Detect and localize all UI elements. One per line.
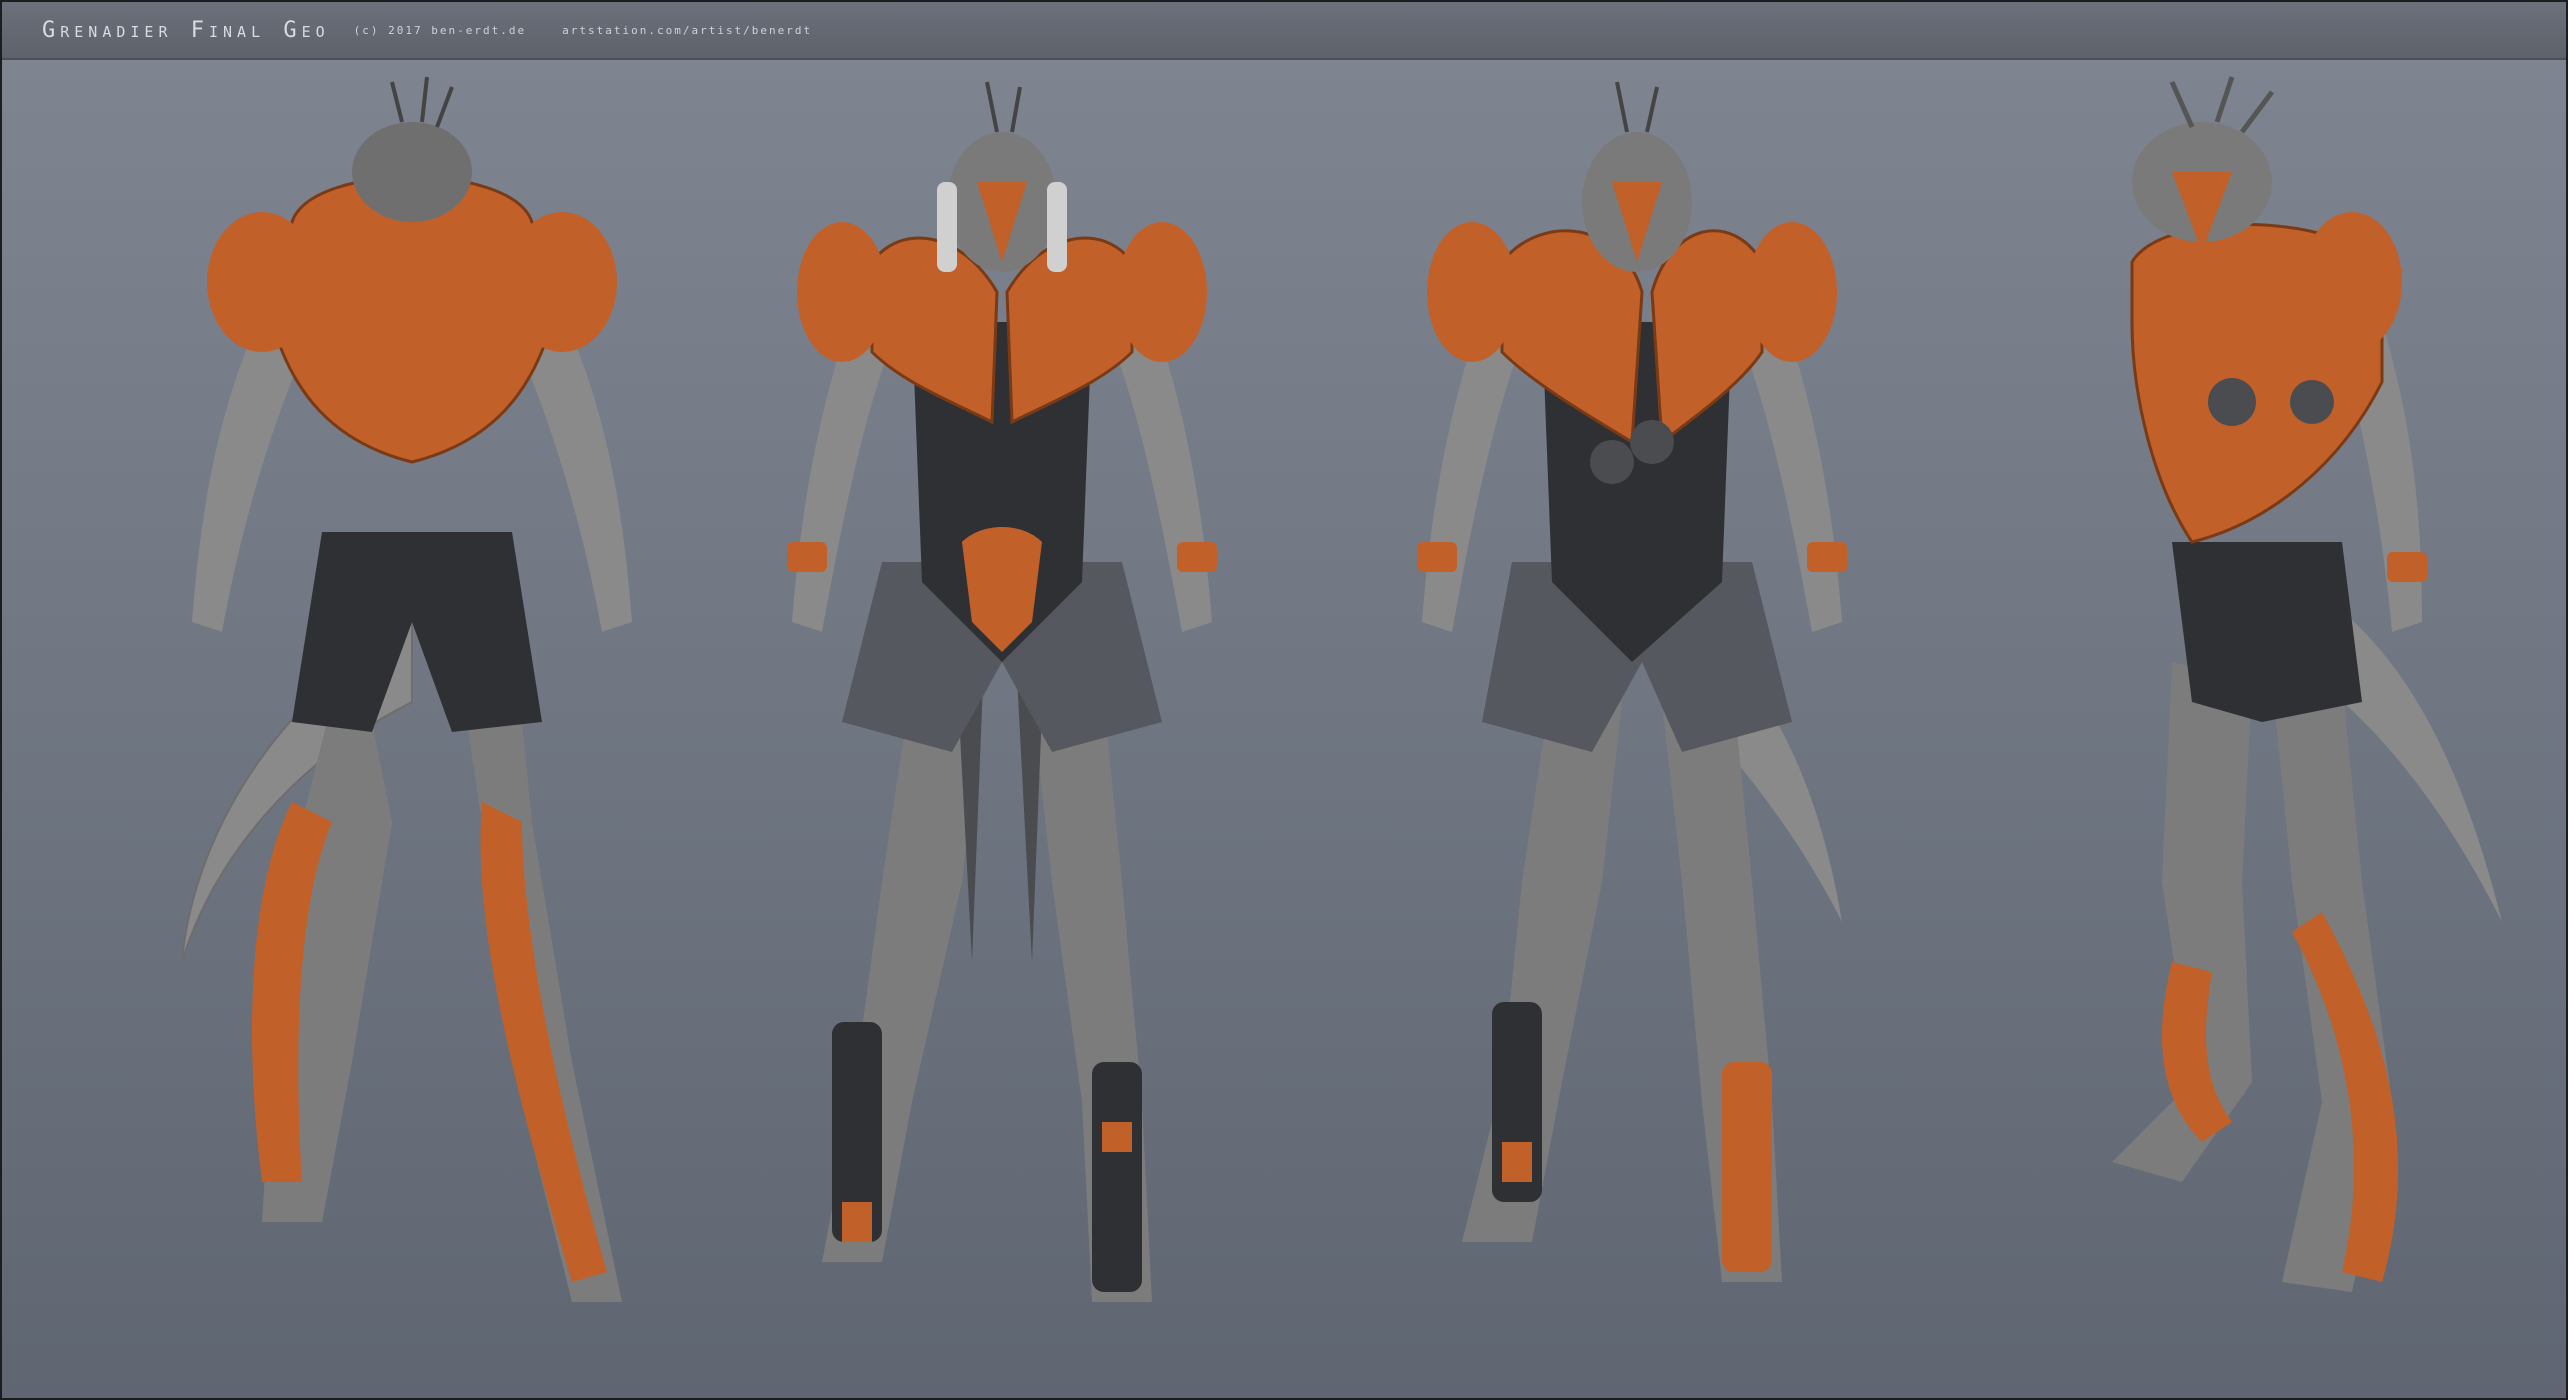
character-side-view (2022, 62, 2542, 1398)
character-three-quarter-view (1402, 62, 1882, 1398)
sheet-title: Grenadier Final Geo (42, 17, 330, 43)
character-turnaround (2, 62, 2566, 1398)
character-back-view (152, 62, 672, 1398)
copyright-credit: (c) 2017 ben-erdt.de (353, 23, 527, 37)
title-bar: Grenadier Final Geo (c) 2017 ben-erdt.de… (2, 2, 2566, 60)
artstation-link: artstation.com/artist/benerdt (562, 23, 813, 37)
character-front-view (762, 62, 1242, 1398)
render-sheet: Grenadier Final Geo (c) 2017 ben-erdt.de… (0, 0, 2568, 1400)
